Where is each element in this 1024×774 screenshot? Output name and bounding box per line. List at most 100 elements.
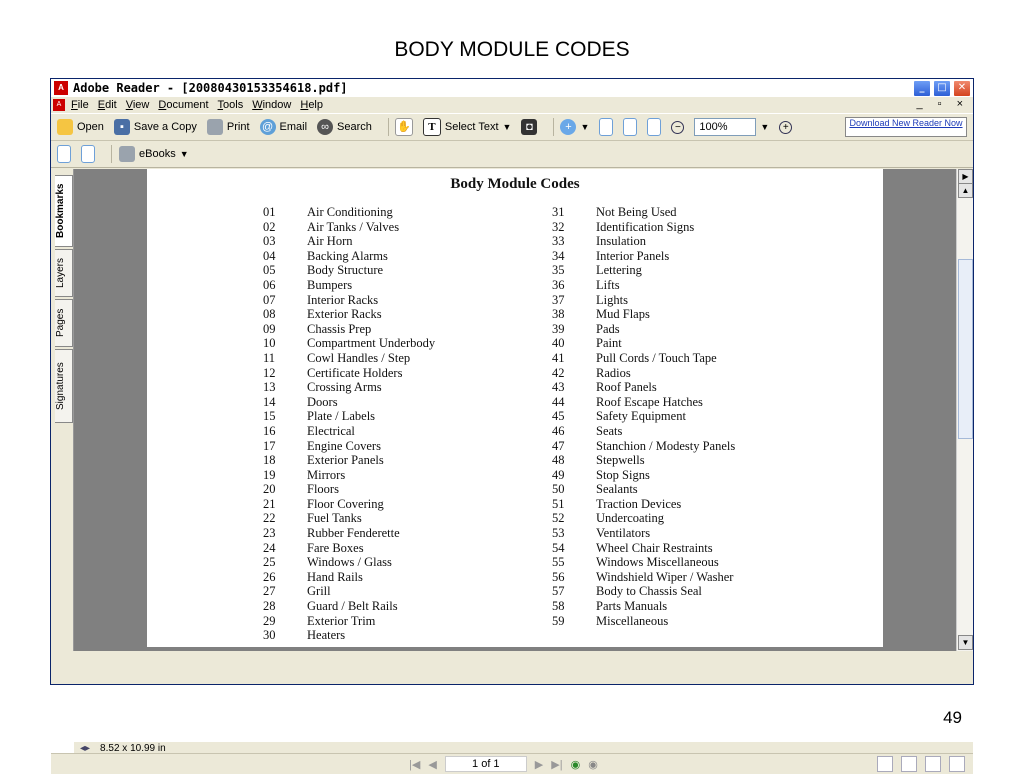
code-row: 59 Miscellaneous bbox=[552, 614, 735, 629]
floppy-disk-icon: ▪ bbox=[113, 119, 130, 135]
scroll-down-icon[interactable]: ▼ bbox=[958, 635, 973, 650]
code-number: 03 bbox=[263, 234, 276, 249]
code-row: 30 Heaters bbox=[263, 628, 435, 643]
code-description: Windows Miscellaneous bbox=[596, 555, 719, 570]
print-label: Print bbox=[226, 121, 250, 133]
code-number: 58 bbox=[552, 599, 565, 614]
fit-width-button[interactable] bbox=[647, 118, 662, 136]
chevron-down-icon[interactable]: ▼ bbox=[760, 122, 769, 132]
hand-tool-button[interactable]: ✋ bbox=[394, 118, 413, 136]
menu-help[interactable]: Help bbox=[300, 99, 323, 111]
code-row: 57 Body to Chassis Seal bbox=[552, 584, 735, 599]
first-page-icon[interactable]: |◀ bbox=[409, 758, 420, 771]
code-row: 45 Safety Equipment bbox=[552, 409, 735, 424]
zoom-value[interactable]: 100% bbox=[694, 118, 757, 136]
last-page-icon[interactable]: ▶| bbox=[551, 758, 562, 771]
zoom-out-button[interactable]: − bbox=[671, 120, 685, 134]
page-number-field[interactable]: 1 of 1 bbox=[444, 756, 527, 772]
email-button[interactable]: @ Email bbox=[259, 119, 307, 135]
tab-bookmarks[interactable]: Bookmarks bbox=[55, 175, 73, 247]
code-description: Guard / Belt Rails bbox=[307, 599, 398, 614]
code-row: 19 Mirrors bbox=[263, 468, 435, 483]
document-window-controls[interactable]: _ ▫ × bbox=[916, 98, 969, 110]
print-button[interactable]: Print bbox=[206, 119, 250, 135]
zoom-field[interactable]: 100% ▼ bbox=[694, 118, 769, 136]
code-row: 29 Exterior Trim bbox=[263, 614, 435, 629]
code-number: 59 bbox=[552, 613, 565, 628]
select-text-button[interactable]: T Select Text ▼ bbox=[422, 118, 512, 136]
code-number: 01 bbox=[263, 205, 276, 219]
page-nav-arrow-icon[interactable]: ▶ bbox=[958, 169, 973, 184]
code-row: 44 Roof Escape Hatches bbox=[552, 395, 735, 410]
ebooks-button[interactable]: eBooks ▼ bbox=[118, 145, 190, 163]
code-number: 37 bbox=[552, 292, 565, 307]
menu-edit[interactable]: Edit bbox=[98, 99, 117, 111]
menu-tools[interactable]: Tools bbox=[218, 99, 244, 111]
scroll-thumb[interactable] bbox=[958, 259, 973, 439]
continuous-facing-layout-icon[interactable] bbox=[949, 756, 965, 772]
folder-open-icon bbox=[57, 119, 73, 135]
page-size-toggle-icon[interactable]: ◂▸ bbox=[80, 743, 90, 754]
menu-document[interactable]: Document bbox=[158, 99, 208, 111]
code-row: 15 Plate / Labels bbox=[263, 409, 435, 424]
code-description: Interior Panels bbox=[596, 248, 670, 263]
vertical-scrollbar[interactable]: ▶ ▲ ▼ bbox=[956, 169, 973, 651]
chevron-down-icon[interactable]: ▼ bbox=[580, 122, 589, 132]
code-row: 10 Compartment Underbody bbox=[263, 336, 435, 351]
maximize-button[interactable]: □ bbox=[933, 80, 951, 97]
document-area[interactable]: Body Module Codes 01 Air Conditioning 02 Ai… bbox=[74, 169, 957, 651]
save-copy-button[interactable]: ▪ Save a Copy bbox=[113, 119, 197, 135]
code-description: Not Being Used bbox=[596, 205, 677, 219]
tab-signatures[interactable]: Signatures bbox=[55, 349, 73, 423]
menu-view[interactable]: View bbox=[126, 99, 150, 111]
page-arrow-icon bbox=[57, 145, 71, 163]
code-row: 58 Parts Manuals bbox=[552, 599, 735, 614]
page-navigation-bar: |◀ ◀ 1 of 1 ▶ ▶| ◉ ◉ bbox=[51, 753, 973, 774]
code-description: Body Structure bbox=[307, 263, 384, 278]
tab-pages[interactable]: Pages bbox=[55, 299, 73, 347]
fit-page-button[interactable] bbox=[623, 118, 638, 136]
code-number: 04 bbox=[263, 248, 276, 263]
tab-layers[interactable]: Layers bbox=[55, 249, 73, 297]
text-select-icon: T bbox=[422, 118, 441, 136]
menu-file[interactable]: File bbox=[71, 99, 89, 111]
scroll-up-icon[interactable]: ▲ bbox=[958, 183, 973, 198]
download-reader-link[interactable]: Download New Reader Now bbox=[845, 117, 967, 137]
code-row: 26 Hand Rails bbox=[263, 570, 435, 585]
single-page-layout-icon[interactable] bbox=[877, 756, 893, 772]
code-description: Identification Signs bbox=[596, 219, 695, 234]
code-description: Hand Rails bbox=[307, 569, 363, 584]
open-button[interactable]: Open bbox=[57, 119, 104, 135]
close-button[interactable]: ✕ bbox=[953, 80, 971, 97]
actual-size-button[interactable] bbox=[599, 118, 614, 136]
code-number: 18 bbox=[263, 453, 276, 468]
page-rotate-button[interactable] bbox=[81, 145, 95, 163]
next-page-icon[interactable]: ▶ bbox=[535, 758, 543, 771]
adobe-reader-icon: A bbox=[54, 81, 68, 95]
code-number: 34 bbox=[552, 248, 565, 263]
minimize-button[interactable]: _ bbox=[913, 80, 931, 97]
chevron-down-icon[interactable]: ▼ bbox=[180, 149, 189, 159]
facing-layout-icon[interactable] bbox=[925, 756, 941, 772]
code-number: 09 bbox=[263, 321, 276, 336]
continuous-layout-icon[interactable] bbox=[901, 756, 917, 772]
snapshot-button[interactable]: ◘ bbox=[521, 119, 538, 135]
previous-view-icon[interactable]: ◉ bbox=[571, 758, 581, 771]
chevron-down-icon[interactable]: ▼ bbox=[503, 122, 512, 132]
page-extract-button[interactable] bbox=[57, 145, 71, 163]
code-description: Fuel Tanks bbox=[307, 511, 362, 526]
code-description: Crossing Arms bbox=[307, 380, 382, 395]
zoom-in-button[interactable]: + bbox=[779, 120, 793, 134]
zoom-tool-button[interactable]: + ▼ bbox=[560, 119, 589, 135]
reader-window: A Adobe Reader - [20080430153354618.pdf]… bbox=[50, 78, 974, 774]
code-number: 10 bbox=[263, 336, 276, 351]
code-description: Lights bbox=[596, 292, 628, 307]
search-button[interactable]: ∞ Search bbox=[317, 119, 372, 135]
menu-bar: A File Edit View Document Tools Window H… bbox=[51, 97, 973, 113]
previous-page-icon[interactable]: ◀ bbox=[428, 758, 436, 771]
next-view-icon[interactable]: ◉ bbox=[588, 758, 598, 771]
code-row: 06 Bumpers bbox=[263, 278, 435, 293]
workspace: Bookmarks Layers Pages Signatures Body M… bbox=[51, 169, 973, 774]
menu-window[interactable]: Window bbox=[252, 99, 291, 111]
code-description: Bumpers bbox=[307, 277, 353, 292]
